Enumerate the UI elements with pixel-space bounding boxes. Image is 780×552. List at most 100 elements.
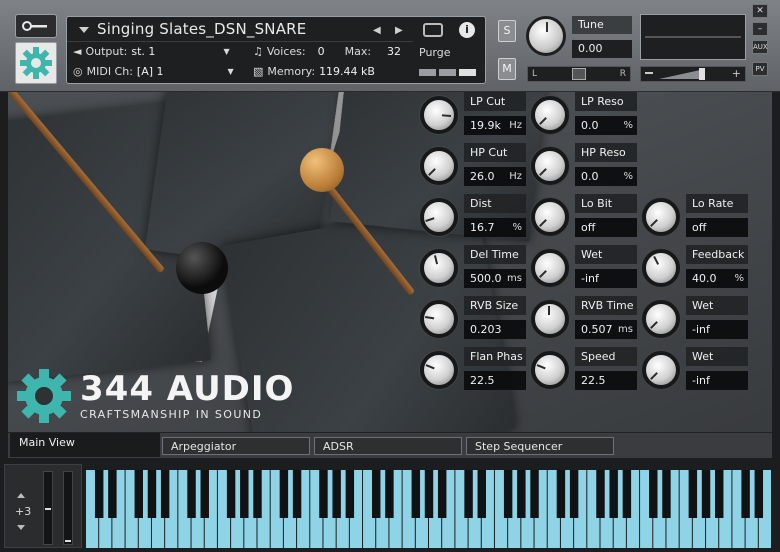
tune-value[interactable]: 0.00 xyxy=(572,40,632,58)
black-key[interactable] xyxy=(147,470,157,518)
lo-bit-knob[interactable] xyxy=(531,198,569,236)
midi-row[interactable]: ◎ MIDI Ch: [A] 1 ▼ xyxy=(73,65,234,78)
control-value[interactable]: 500.0 ms xyxy=(464,269,526,288)
control-value[interactable]: -inf xyxy=(686,371,748,390)
lo-rate-control[interactable]: Lo Rate off xyxy=(642,194,752,240)
black-key[interactable] xyxy=(226,470,236,518)
flanger-wet-control[interactable]: Wet -inf xyxy=(642,347,752,393)
black-key[interactable] xyxy=(372,470,381,518)
volume-slider[interactable]: + xyxy=(640,66,746,82)
midi-dropdown-icon[interactable]: ▼ xyxy=(228,67,234,76)
instrument-name[interactable]: Singing Slates_DSN_SNARE xyxy=(97,20,306,38)
next-instrument-icon[interactable]: ▶ xyxy=(395,25,403,36)
black-key[interactable] xyxy=(279,470,289,518)
control-value[interactable]: 0.203 xyxy=(464,320,526,339)
purge-menu[interactable]: Purge xyxy=(419,46,451,59)
black-key[interactable] xyxy=(569,470,579,518)
control-value[interactable]: 40.0% xyxy=(686,269,748,288)
black-key[interactable] xyxy=(649,470,658,518)
flanger-phase-control[interactable]: Flan Phas 22.5 xyxy=(420,347,530,393)
reverb-wet-control[interactable]: Wet -inf xyxy=(642,296,752,342)
control-value[interactable]: off xyxy=(686,218,748,237)
black-key[interactable] xyxy=(94,470,104,518)
black-key[interactable] xyxy=(385,470,394,518)
output-dropdown-icon[interactable]: ▼ xyxy=(223,47,229,56)
control-value[interactable]: 16.7% xyxy=(464,218,526,237)
black-key[interactable] xyxy=(715,470,724,518)
flanger-speed-control[interactable]: Speed 22.5 xyxy=(531,347,641,393)
hp-reso-knob[interactable] xyxy=(531,147,569,185)
mod-wheel[interactable] xyxy=(63,471,73,545)
black-key[interactable] xyxy=(253,470,262,518)
lo-rate-knob[interactable] xyxy=(642,198,680,236)
info-icon[interactable]: i xyxy=(459,22,475,38)
control-value[interactable]: 0.507 ms xyxy=(575,320,637,339)
minimize-icon[interactable]: – xyxy=(752,22,768,36)
black-key[interactable] xyxy=(424,470,434,518)
black-key[interactable] xyxy=(319,470,328,518)
lp-reso-knob[interactable] xyxy=(531,96,569,134)
tab-arpeggiator[interactable]: Arpeggiator xyxy=(162,437,310,455)
reverb-size-control[interactable]: RVB Size 0.203 xyxy=(420,296,530,342)
hp-reso-control[interactable]: HP Reso 0.0% xyxy=(531,143,641,189)
black-key[interactable] xyxy=(134,470,143,518)
hp-cut-knob[interactable] xyxy=(420,147,458,185)
piano-keyboard[interactable] xyxy=(86,470,772,548)
control-value[interactable]: 22.5 xyxy=(575,371,637,390)
black-key[interactable] xyxy=(240,470,249,518)
black-key[interactable] xyxy=(332,470,341,518)
aux-button[interactable]: AUX xyxy=(752,40,768,54)
max-voices-value[interactable]: 32 xyxy=(387,45,401,58)
lp-cut-control[interactable]: LP Cut 19.9k Hz xyxy=(420,92,530,138)
flanger-wet-knob[interactable] xyxy=(642,351,680,389)
dist-control[interactable]: Dist 16.7% xyxy=(420,194,530,240)
pitch-wheel[interactable] xyxy=(43,471,53,545)
black-key[interactable] xyxy=(662,470,671,518)
control-value[interactable]: 26.0 Hz xyxy=(464,167,526,186)
black-key[interactable] xyxy=(503,470,513,518)
feedback-control[interactable]: Feedback 40.0% xyxy=(642,245,752,291)
volume-handle[interactable] xyxy=(699,68,705,80)
close-icon[interactable]: ✕ xyxy=(752,4,768,18)
pan-handle[interactable] xyxy=(572,68,586,80)
black-key[interactable] xyxy=(530,470,539,518)
control-value[interactable]: off xyxy=(575,218,637,237)
black-key[interactable] xyxy=(622,470,632,518)
reverb-wet-knob[interactable] xyxy=(642,300,680,338)
octave-down-icon[interactable] xyxy=(17,525,25,530)
feedback-knob[interactable] xyxy=(642,249,680,287)
tab-adsr[interactable]: ADSR xyxy=(314,437,462,455)
delay-time-control[interactable]: Del Time 500.0 ms xyxy=(420,245,530,291)
delay-time-knob[interactable] xyxy=(420,249,458,287)
dist-knob[interactable] xyxy=(420,198,458,236)
black-key[interactable] xyxy=(477,470,486,518)
hp-cut-control[interactable]: HP Cut 26.0 Hz xyxy=(420,143,530,189)
wrench-icon[interactable] xyxy=(15,14,57,38)
black-key[interactable] xyxy=(464,470,473,518)
reverb-size-knob[interactable] xyxy=(420,300,458,338)
black-key[interactable] xyxy=(160,470,170,518)
pv-button[interactable]: PV xyxy=(752,62,768,76)
black-key[interactable] xyxy=(741,470,750,518)
control-value[interactable]: 19.9k Hz xyxy=(464,116,526,135)
black-key[interactable] xyxy=(345,470,355,518)
instrument-menu-chevron-icon[interactable] xyxy=(79,27,89,33)
black-key[interactable] xyxy=(187,470,196,518)
black-key[interactable] xyxy=(437,470,447,518)
black-key[interactable] xyxy=(292,470,302,518)
black-key[interactable] xyxy=(517,470,526,518)
pan-slider[interactable]: L R xyxy=(527,66,631,82)
black-key[interactable] xyxy=(701,470,711,518)
black-key[interactable] xyxy=(556,470,566,518)
reverb-time-knob[interactable] xyxy=(531,300,569,338)
gear-icon[interactable] xyxy=(15,42,57,84)
lp-cut-knob[interactable] xyxy=(420,96,458,134)
black-key[interactable] xyxy=(411,470,421,518)
black-key[interactable] xyxy=(108,470,117,518)
control-value[interactable]: 22.5 xyxy=(464,371,526,390)
black-key[interactable] xyxy=(754,470,764,518)
control-value[interactable]: 0.0% xyxy=(575,167,637,186)
black-key[interactable] xyxy=(596,470,605,518)
black-key[interactable] xyxy=(200,470,209,518)
control-value[interactable]: -inf xyxy=(686,320,748,339)
